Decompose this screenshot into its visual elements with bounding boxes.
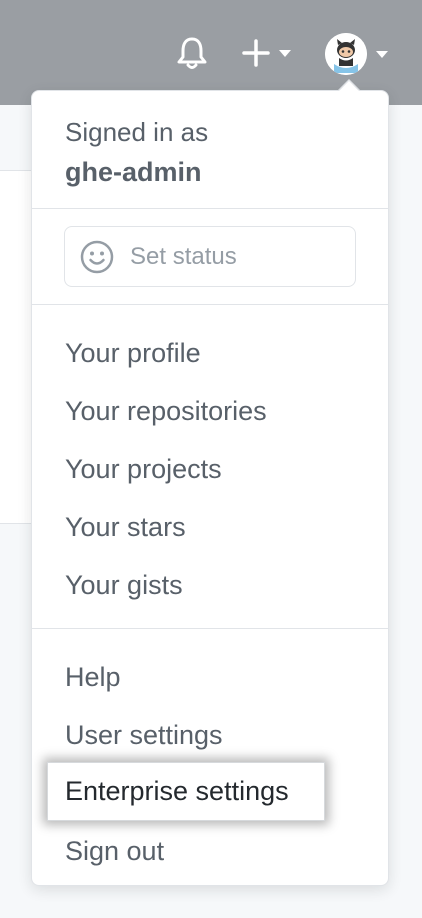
create-new-button[interactable] [242,36,291,70]
smiley-icon [80,240,114,273]
menu-item-your-projects[interactable]: Your projects [65,452,222,486]
menu-item-user-settings[interactable]: User settings [65,718,223,752]
menu-item-your-stars[interactable]: Your stars [65,510,186,544]
divider [32,628,388,629]
menu-item-sign-out[interactable]: Sign out [65,834,164,868]
signed-in-label: Signed in as [65,117,209,147]
enterprise-settings-label: Enterprise settings [65,776,289,806]
dropdown-caret [339,81,359,91]
divider [32,304,388,305]
user-menu-button[interactable] [325,33,388,75]
menu-item-your-repositories[interactable]: Your repositories [65,394,267,428]
username: ghe-admin [65,157,202,187]
menu-item-your-profile[interactable]: Your profile [65,336,201,370]
divider [32,208,388,209]
avatar-icon [325,33,367,75]
set-status-label: Set status [130,242,237,270]
bell-icon [177,37,207,69]
menu-item-your-gists[interactable]: Your gists [65,568,183,602]
menu-item-help[interactable]: Help [65,660,121,694]
chevron-down-icon [376,50,388,58]
set-status-button[interactable]: Set status [64,226,356,287]
notifications-button[interactable] [174,35,210,71]
plus-icon [242,39,270,67]
menu-item-enterprise-settings[interactable]: Enterprise settings [47,762,325,821]
chevron-down-icon [279,49,291,57]
